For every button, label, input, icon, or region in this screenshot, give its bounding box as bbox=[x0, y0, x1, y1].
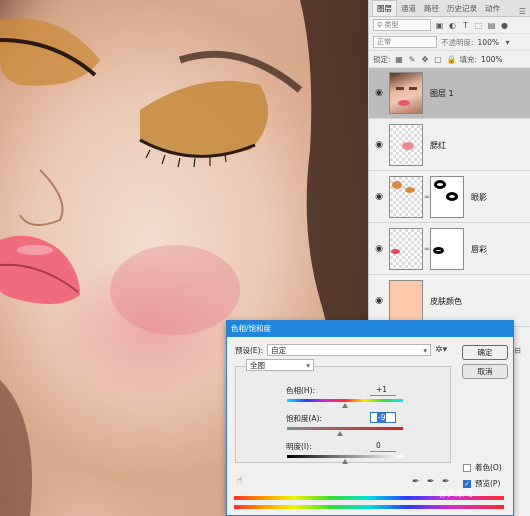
colorize-checkbox[interactable]: 着色(O) bbox=[463, 462, 502, 473]
fill-label: 填充: bbox=[459, 54, 478, 64]
saturation-label: 饱和度(A): bbox=[286, 414, 323, 423]
layer-row-blush[interactable]: ◉ 腮红 bbox=[369, 120, 530, 171]
preset-value: 自定 bbox=[271, 345, 287, 355]
layer-thumbnail bbox=[389, 124, 423, 166]
lightness-value[interactable]: 0 bbox=[370, 441, 396, 452]
type-filter-icon[interactable]: T bbox=[461, 21, 470, 30]
lock-label: 锁定: bbox=[373, 54, 391, 64]
lightness-label: 明度(I): bbox=[286, 442, 312, 451]
layer-name[interactable]: 图层 1 bbox=[430, 88, 454, 99]
adjustment-group: 全图 ▾ 色相(H): +1 饱和度(A): -9 明度(I): 0 bbox=[235, 359, 451, 464]
smart-filter-icon[interactable]: ▤ bbox=[487, 21, 496, 30]
layer-name[interactable]: 唇彩 bbox=[471, 244, 487, 255]
link-icon[interactable]: ∞ bbox=[424, 193, 430, 201]
preset-row: 预设(E): 自定 ▾ ✲▾ bbox=[235, 344, 447, 356]
link-icon[interactable]: ∞ bbox=[424, 245, 430, 253]
panel-tabs: 图层 通道 路径 历史记录 动作 ☰ bbox=[369, 0, 530, 17]
shape-filter-icon[interactable]: ⬚ bbox=[474, 21, 483, 30]
layer-name[interactable]: 皮肤颜色 bbox=[430, 296, 462, 307]
panel-menu-icon[interactable]: ☰ bbox=[519, 7, 526, 16]
hue-slider-track[interactable] bbox=[287, 399, 403, 402]
blend-mode-select[interactable]: 正常 bbox=[373, 36, 437, 48]
tab-paths[interactable]: 路径 bbox=[420, 1, 443, 16]
layer-thumbnail bbox=[389, 228, 423, 270]
preset-label: 预设(E): bbox=[235, 345, 264, 355]
preview-label: 预览(P) bbox=[475, 479, 501, 488]
channel-select[interactable]: 全图 ▾ bbox=[246, 359, 314, 371]
channel-value: 全图 bbox=[250, 360, 265, 370]
eye-icon[interactable]: ◉ bbox=[369, 296, 389, 306]
cancel-button[interactable]: 取消 bbox=[462, 364, 508, 379]
hue-slider-handle[interactable] bbox=[342, 403, 348, 408]
opacity-value[interactable]: 100% bbox=[478, 38, 499, 47]
lock-row: 锁定: ▦ ✎ ✥ ▢ 🔒 填充: 100% bbox=[369, 51, 530, 68]
lock-transparency-icon[interactable]: ▦ bbox=[395, 55, 404, 64]
eyedropper-icon[interactable]: ✒ bbox=[412, 477, 420, 487]
layer-thumbnail bbox=[389, 280, 423, 322]
layer-row-eyeshadow[interactable]: ◉ ∞ 眼影 bbox=[369, 172, 530, 223]
eye-icon[interactable]: ◉ bbox=[369, 140, 389, 150]
opacity-label: 不透明度: bbox=[441, 37, 474, 47]
layer-thumbnail bbox=[389, 176, 423, 218]
layer-row-layer1[interactable]: ◉ 图层 1 bbox=[369, 68, 530, 119]
eye-icon[interactable]: ◉ bbox=[369, 192, 389, 202]
adjustment-filter-icon[interactable]: ◐ bbox=[448, 21, 457, 30]
preset-select[interactable]: 自定 ▾ bbox=[267, 344, 432, 356]
layer-row-lipcolor[interactable]: ◉ ∞ 唇彩 bbox=[369, 224, 530, 275]
colorize-box[interactable] bbox=[463, 463, 471, 472]
blend-row: 正常 不透明度: 100% ▾ bbox=[369, 34, 530, 51]
chevron-down-icon[interactable]: ▾ bbox=[503, 38, 512, 47]
lock-all-icon[interactable]: 🔒 bbox=[447, 55, 457, 64]
lock-artboard-icon[interactable]: ▢ bbox=[434, 55, 443, 64]
colorize-label: 着色(O) bbox=[475, 463, 502, 472]
lock-position-icon[interactable]: ✥ bbox=[421, 55, 430, 64]
hue-value[interactable]: +1 bbox=[370, 385, 396, 396]
layer-name[interactable]: 眼影 bbox=[471, 192, 487, 203]
saturation-value-input[interactable]: -9 bbox=[370, 412, 396, 423]
result-color-bar bbox=[234, 505, 504, 509]
layer-thumbnail bbox=[389, 72, 423, 114]
chevron-down-icon: ▾ bbox=[306, 360, 310, 370]
pixel-filter-icon[interactable]: ▣ bbox=[435, 21, 444, 30]
filter-toggle-icon[interactable]: ● bbox=[500, 21, 509, 30]
saturation-slider-track[interactable] bbox=[287, 427, 403, 430]
search-icon: ⚲ bbox=[377, 21, 385, 29]
tab-channels[interactable]: 通道 bbox=[397, 1, 420, 16]
layer-mask-thumbnail[interactable] bbox=[430, 228, 464, 270]
fill-value[interactable]: 100% bbox=[481, 55, 502, 64]
lightness-slider-handle[interactable] bbox=[342, 459, 348, 464]
hand-target-icon[interactable]: ☝ bbox=[237, 476, 242, 486]
tab-actions[interactable]: 动作 bbox=[481, 1, 504, 16]
blend-mode-value: 正常 bbox=[377, 38, 391, 46]
filter-kind-value: 类型 bbox=[384, 21, 399, 29]
lock-icon: ⊟ bbox=[514, 346, 521, 355]
ok-button[interactable]: 确定 bbox=[462, 345, 508, 360]
saturation-value: -9 bbox=[377, 413, 387, 422]
eye-icon[interactable]: ◉ bbox=[369, 88, 389, 98]
lock-pixels-icon[interactable]: ✎ bbox=[408, 55, 417, 64]
tab-layers[interactable]: 图层 bbox=[372, 0, 397, 16]
eye-icon[interactable]: ◉ bbox=[369, 244, 389, 254]
tab-history[interactable]: 历史记录 bbox=[443, 1, 481, 16]
watermark: @头条号 bbox=[438, 489, 475, 499]
layer-name[interactable]: 腮红 bbox=[430, 140, 446, 151]
saturation-slider-handle[interactable] bbox=[337, 431, 344, 436]
lightness-slider-track[interactable] bbox=[287, 455, 403, 458]
gear-icon[interactable]: ✲▾ bbox=[435, 345, 447, 355]
eyedropper-plus-icon[interactable]: ✒ bbox=[427, 477, 435, 487]
dialog-title[interactable]: 色相/饱和度 bbox=[227, 321, 513, 337]
chevron-down-icon: ▾ bbox=[423, 345, 428, 355]
filter-row: ⚲ 类型 ▣ ◐ T ⬚ ▤ ● bbox=[369, 17, 530, 34]
hue-label: 色相(H): bbox=[286, 386, 316, 395]
layer-mask-thumbnail[interactable] bbox=[430, 176, 464, 218]
filter-kind-select[interactable]: ⚲ 类型 bbox=[373, 19, 431, 31]
